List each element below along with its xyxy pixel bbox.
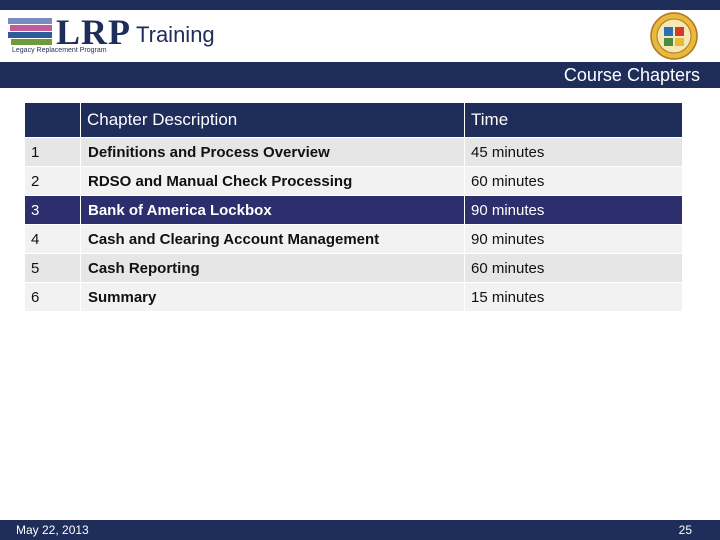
chapter-time: 90 minutes <box>464 224 683 254</box>
chapter-time: 90 minutes <box>464 195 683 225</box>
slide-footer: May 22, 2013 25 <box>0 520 720 540</box>
chapter-description: Definitions and Process Overview <box>80 137 465 167</box>
table-row-highlighted: 3 Bank of America Lockbox 90 minutes <box>24 195 683 225</box>
table-row: 4 Cash and Clearing Account Management 9… <box>24 224 683 254</box>
top-stripe <box>0 0 720 10</box>
lrp-logo: LRP Legacy Replacement Program <box>8 14 133 58</box>
section-title: Course Chapters <box>563 65 700 85</box>
course-chapters-table: Chapter Description Time 1 Definitions a… <box>24 102 683 312</box>
logo-book-icon <box>8 18 52 45</box>
chapter-description: Cash and Clearing Account Management <box>80 224 465 254</box>
chapter-number: 1 <box>24 137 81 167</box>
chapter-time: 60 minutes <box>464 166 683 196</box>
chapter-number: 3 <box>24 195 81 225</box>
chapter-description: Bank of America Lockbox <box>80 195 465 225</box>
section-banner: Course Chapters <box>0 62 720 88</box>
page-number: 25 <box>678 523 692 537</box>
county-seal-icon <box>650 12 698 60</box>
table-row: 6 Summary 15 minutes <box>24 282 683 312</box>
chapter-time: 45 minutes <box>464 137 683 167</box>
chapter-description: Cash Reporting <box>80 253 465 283</box>
chapter-number: 2 <box>24 166 81 196</box>
table-row: 2 RDSO and Manual Check Processing 60 mi… <box>24 166 683 196</box>
chapter-description: RDSO and Manual Check Processing <box>80 166 465 196</box>
table-header-row: Chapter Description Time <box>24 102 683 138</box>
slide-title: Training <box>136 22 215 47</box>
column-header-description: Chapter Description <box>80 102 465 138</box>
logo-text: LRP <box>56 12 131 52</box>
table-row: 5 Cash Reporting 60 minutes <box>24 253 683 283</box>
chapter-time: 15 minutes <box>464 282 683 312</box>
chapter-number: 4 <box>24 224 81 254</box>
column-header-number <box>24 102 81 138</box>
logo-subtitle: Legacy Replacement Program <box>12 47 107 54</box>
chapter-number: 5 <box>24 253 81 283</box>
chapter-number: 6 <box>24 282 81 312</box>
column-header-time: Time <box>464 102 683 138</box>
chapter-time: 60 minutes <box>464 253 683 283</box>
chapter-description: Summary <box>80 282 465 312</box>
table-row: 1 Definitions and Process Overview 45 mi… <box>24 137 683 167</box>
footer-date: May 22, 2013 <box>16 523 89 537</box>
